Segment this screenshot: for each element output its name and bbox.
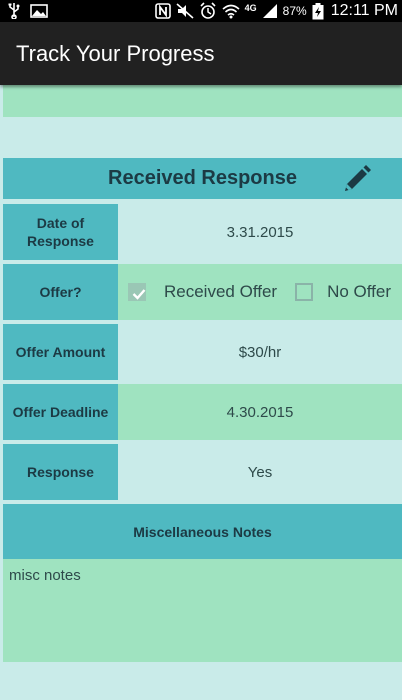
edit-button[interactable] [342,164,372,194]
signal-icon [262,3,278,19]
date-of-response-label: Date of Response [3,204,118,260]
alarm-icon [199,2,217,20]
action-bar: Track Your Progress [0,22,402,85]
received-offer-checkbox[interactable] [128,283,146,301]
notes-area[interactable]: misc notes [3,559,402,662]
app-title: Track Your Progress [16,41,215,66]
clock: 12:11 PM [330,2,398,19]
offer-amount-value[interactable]: $30/hr [118,324,402,380]
row-offer-deadline: Offer Deadline 4.30.2015 [3,384,402,440]
offer-label: Offer? [3,264,118,320]
row-response: Response Yes [3,444,402,500]
received-offer-label[interactable]: Received Offer [164,282,277,302]
no-offer-checkbox[interactable] [295,283,314,301]
card-header: Received Response [3,158,402,199]
usb-icon [8,3,20,19]
response-card: Received Response Date of Response 3.31.… [3,158,402,664]
notes-text: misc notes [9,567,81,584]
offer-deadline-label: Offer Deadline [3,384,118,440]
notes-header: Miscellaneous Notes [3,504,402,560]
status-bar: 4G 87% 12:11 PM [0,0,402,22]
no-offer-label[interactable]: No Offer [327,282,391,302]
offer-amount-label: Offer Amount [3,324,118,380]
nfc-icon [154,3,171,19]
pencil-icon [345,165,371,191]
offer-deadline-value[interactable]: 4.30.2015 [118,384,402,440]
offer-options: Received Offer No Offer [118,264,402,320]
response-value[interactable]: Yes [118,444,402,500]
row-offer-amount: Offer Amount $30/hr [3,324,402,380]
row-offer: Offer? Received Offer No Offer [3,264,402,320]
previous-card-bottom [3,85,402,117]
date-of-response-value[interactable]: 3.31.2015 [118,204,402,260]
battery-percent: 87% [282,4,307,18]
checkmark-icon [132,289,146,300]
response-label: Response [3,444,118,500]
row-date-of-response: Date of Response 3.31.2015 [3,204,402,260]
wifi-icon [222,3,240,19]
mute-icon [176,3,194,19]
image-icon [30,4,48,18]
network-type: 4G [244,3,257,13]
battery-charging-icon [312,2,324,20]
